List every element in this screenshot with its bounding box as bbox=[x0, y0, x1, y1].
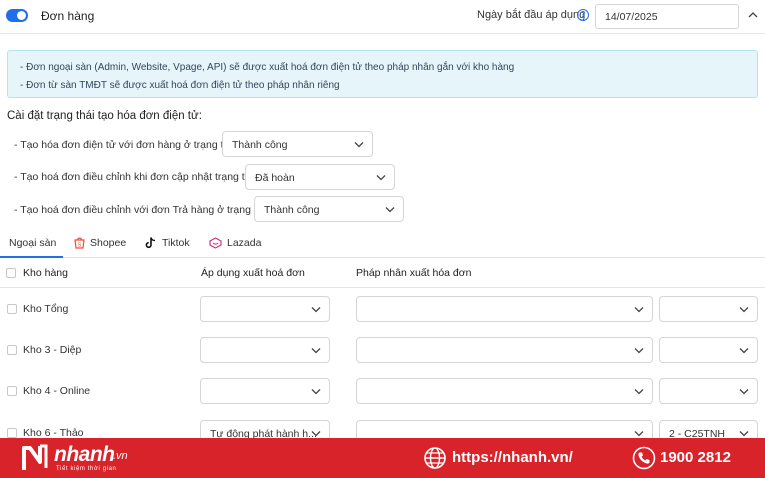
section-title: Đơn hàng bbox=[41, 9, 95, 23]
info-line-1: - Đơn ngoại sàn (Admin, Website, Vpage, … bbox=[20, 62, 515, 73]
series-select[interactable] bbox=[659, 337, 758, 363]
tab-label: Tiktok bbox=[162, 237, 190, 249]
tab-label: Ngoại sàn bbox=[9, 237, 57, 249]
row-checkbox[interactable] bbox=[7, 428, 17, 438]
rule-label-1: - Tạo hóa đơn điện tử với đơn hàng ở trạ… bbox=[14, 139, 238, 151]
entity-select[interactable] bbox=[356, 296, 653, 322]
tab-tiktok[interactable]: Tiktok bbox=[142, 232, 194, 258]
website-link[interactable]: https://nhanh.vn/ bbox=[452, 449, 573, 466]
chevron-down-icon bbox=[739, 307, 749, 313]
chevron-down-icon bbox=[376, 175, 386, 181]
phone-icon bbox=[632, 446, 656, 470]
tab-ngoai-san[interactable]: Ngoại sàn bbox=[0, 232, 63, 258]
chevron-down-icon bbox=[634, 307, 644, 313]
warehouse-name: Kho 3 - Diệp bbox=[23, 344, 82, 356]
warehouse-name: Kho Tổng bbox=[23, 303, 69, 315]
shopee-icon: S bbox=[74, 237, 85, 249]
settings-title: Cài đặt trạng thái tạo hóa đơn điện tử: bbox=[7, 110, 202, 122]
brand-logo-text: nhanh bbox=[54, 443, 115, 466]
order-toggle[interactable] bbox=[6, 9, 28, 22]
start-date-label: Ngày bắt đầu áp dụng bbox=[477, 9, 586, 21]
promo-banner: nhanh .vn Tiết kiệm thời gian https://nh… bbox=[0, 438, 765, 478]
brand-slogan: Tiết kiệm thời gian bbox=[56, 466, 117, 472]
entity-select[interactable] bbox=[356, 378, 653, 404]
help-icon[interactable]: ? bbox=[577, 9, 589, 21]
hotline-number[interactable]: 1900 2812 bbox=[660, 449, 731, 466]
nhanh-logo-icon bbox=[22, 444, 48, 470]
globe-icon bbox=[424, 447, 446, 469]
rule-select-3[interactable]: Thành công bbox=[254, 196, 404, 222]
chevron-down-icon bbox=[634, 389, 644, 395]
section-header: Đơn hàng Ngày bắt đầu áp dụng ? 14/07/20… bbox=[0, 0, 765, 34]
row-checkbox[interactable] bbox=[7, 304, 17, 314]
chevron-down-icon bbox=[739, 348, 749, 354]
series-select[interactable] bbox=[659, 378, 758, 404]
svg-text:S: S bbox=[78, 243, 82, 249]
series-select[interactable] bbox=[659, 296, 758, 322]
rule-select-3-value: Thành công bbox=[264, 204, 320, 216]
chevron-down-icon bbox=[311, 307, 321, 313]
chevron-down-icon bbox=[311, 389, 321, 395]
select-all-checkbox[interactable] bbox=[6, 268, 16, 278]
rule-label-2: - Tạo hoá đơn điều chỉnh khi đơn cập nhậ… bbox=[14, 171, 259, 183]
chevron-down-icon bbox=[739, 389, 749, 395]
tab-lazada[interactable]: Lazada bbox=[207, 232, 265, 258]
row-checkbox[interactable] bbox=[7, 386, 17, 396]
rule-select-2-value: Đã hoàn bbox=[255, 172, 295, 184]
chevron-down-icon bbox=[311, 348, 321, 354]
chevron-down-icon bbox=[354, 142, 364, 148]
apply-select[interactable] bbox=[200, 296, 330, 322]
warehouse-name: Kho 4 - Online bbox=[23, 385, 91, 397]
apply-select[interactable] bbox=[200, 337, 330, 363]
rule-select-1-value: Thành công bbox=[232, 139, 288, 151]
lazada-icon bbox=[209, 237, 222, 249]
chevron-down-icon bbox=[634, 431, 644, 437]
info-box: - Đơn ngoại sàn (Admin, Website, Vpage, … bbox=[7, 50, 758, 98]
chevron-up-icon[interactable] bbox=[748, 10, 758, 20]
entity-select[interactable] bbox=[356, 337, 653, 363]
row-checkbox[interactable] bbox=[7, 345, 17, 355]
chevron-down-icon bbox=[739, 431, 749, 437]
column-entity: Pháp nhân xuất hóa đơn bbox=[356, 267, 472, 279]
apply-select[interactable] bbox=[200, 378, 330, 404]
rule-select-2[interactable]: Đã hoàn bbox=[245, 164, 395, 190]
tab-shopee[interactable]: S Shopee bbox=[70, 232, 132, 258]
brand-logo-suffix: .vn bbox=[113, 450, 128, 462]
table-header: Kho hàng Áp dụng xuất hoá đơn Pháp nhân … bbox=[0, 258, 765, 288]
tab-label: Shopee bbox=[90, 237, 127, 249]
tab-label: Lazada bbox=[227, 237, 262, 249]
column-warehouse: Kho hàng bbox=[23, 267, 68, 279]
rule-label-3: - Tạo hoá đơn điều chỉnh với đơn Trả hàn… bbox=[14, 204, 271, 216]
start-date-input[interactable]: 14/07/2025 bbox=[595, 4, 739, 29]
chevron-down-icon bbox=[311, 431, 321, 437]
rule-select-1[interactable]: Thành công bbox=[222, 131, 373, 157]
chevron-down-icon bbox=[385, 207, 395, 213]
column-apply: Áp dụng xuất hoá đơn bbox=[201, 267, 305, 279]
info-line-2: - Đơn từ sàn TMĐT sẽ được xuất hoá đơn đ… bbox=[20, 80, 340, 91]
tiktok-icon bbox=[145, 237, 156, 249]
chevron-down-icon bbox=[634, 348, 644, 354]
channel-tabs: Ngoại sàn S Shopee Tiktok Lazada bbox=[0, 232, 765, 258]
